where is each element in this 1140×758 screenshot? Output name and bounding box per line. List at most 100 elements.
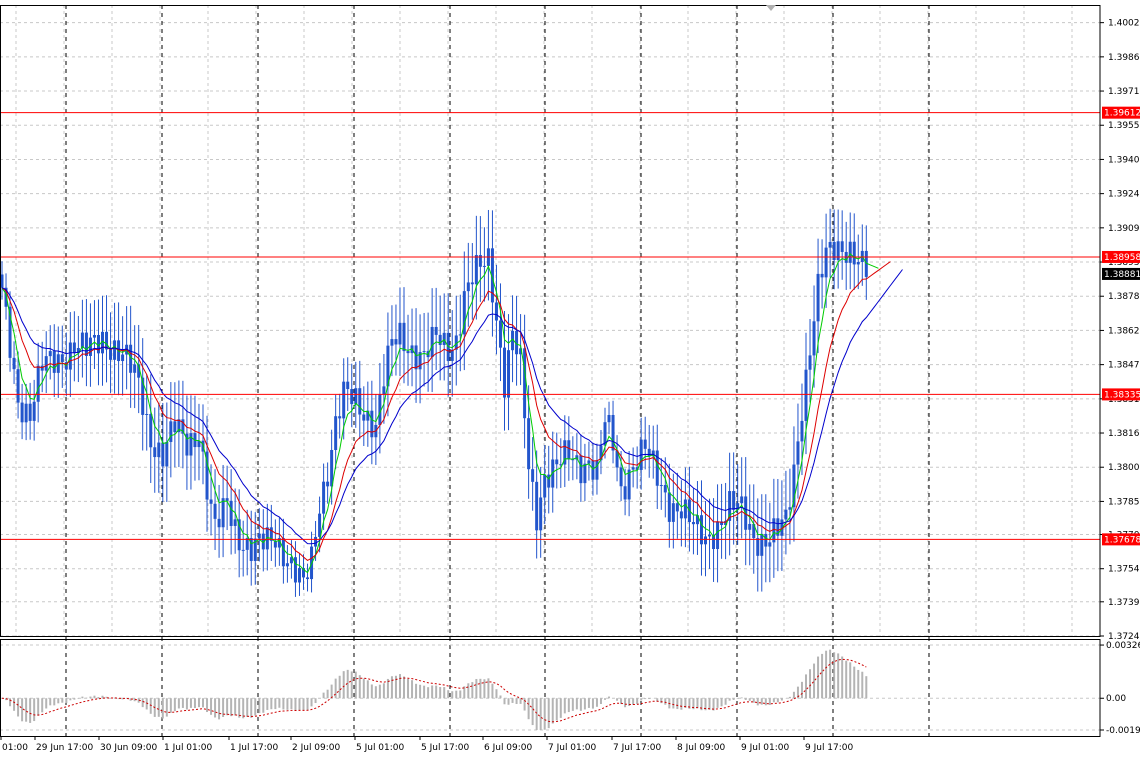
candle-body: [285, 563, 289, 567]
current-price-label: 1.38881: [1104, 270, 1140, 280]
candle-body: [816, 273, 820, 322]
y-tick-label: 1.40020: [1108, 19, 1140, 29]
candle-body: [494, 302, 498, 321]
candle-body: [531, 469, 535, 482]
candle-body: [507, 350, 511, 398]
y-axis: 1.40020 1.39865 1.39710 1.39555 1.39400 1.392…: [1100, 19, 1140, 642]
candle-body: [760, 533, 764, 556]
y-tick-label: 1.39710: [1108, 87, 1140, 97]
candle-body: [579, 455, 583, 484]
candle-body: [354, 388, 358, 405]
candles-layer: [0, 208, 868, 597]
y-tick-label: 1.37545: [1108, 565, 1140, 575]
candle-body: [466, 282, 470, 292]
x-tick-label: 1 Jul 01:00: [164, 743, 213, 753]
candle-body: [503, 347, 506, 398]
candle-body: [390, 339, 394, 346]
candle-body: [48, 351, 52, 357]
candle-body: [362, 414, 366, 421]
x-tick-label: 01:00: [2, 743, 28, 753]
candle-body: [631, 467, 635, 470]
candle-body: [699, 515, 703, 545]
sub-y-tick-label: 0.003267: [1106, 641, 1140, 651]
candle-body: [591, 460, 595, 480]
candle-body: [659, 485, 663, 487]
y-tick-label: 1.38625: [1108, 326, 1140, 336]
candle-body: [804, 369, 808, 421]
candle-body: [852, 241, 856, 265]
level-price-label: 1.39612: [1104, 109, 1140, 119]
candle-body: [414, 345, 418, 370]
candle-body: [442, 332, 446, 345]
candle-body: [756, 538, 760, 556]
sub-y-tick-label: 0.00: [1106, 694, 1126, 704]
x-tick-label: 6 Jul 09:00: [484, 743, 533, 753]
level-price-label: 1.37678: [1104, 535, 1140, 545]
candle-body: [382, 386, 386, 395]
candle-body: [149, 413, 153, 448]
candle-body: [788, 507, 792, 510]
candle-body: [683, 499, 687, 519]
candle-body: [856, 262, 860, 265]
candle-body: [555, 459, 559, 465]
candle-body: [434, 326, 438, 335]
candle-body: [92, 335, 96, 338]
y-tick-label: 1.39400: [1108, 155, 1140, 165]
candle-body: [217, 518, 221, 528]
candle-body: [370, 410, 374, 438]
candle-body: [233, 519, 237, 526]
candle-body: [84, 332, 88, 356]
candle-body: [221, 498, 225, 528]
candle-body: [691, 522, 695, 525]
candle-body: [671, 503, 675, 522]
candle-body: [145, 413, 149, 415]
y-tick-label: 1.38005: [1108, 463, 1140, 473]
candle-body: [523, 348, 527, 419]
candle-body: [358, 388, 362, 415]
forex-chart[interactable]: 1.40020 1.39865 1.39710 1.39555 1.39400 1.392…: [0, 0, 1140, 758]
x-tick-label: 29 Jun 17:00: [36, 743, 93, 753]
candle-body: [213, 503, 217, 519]
candle-body: [109, 349, 113, 360]
candle-body: [257, 533, 261, 539]
candle-body: [820, 273, 824, 278]
candle-body: [40, 365, 44, 371]
x-tick-label: 2 Jul 09:00: [292, 743, 341, 753]
y-tick-label: 1.38780: [1108, 292, 1140, 302]
x-tick-label: 7 Jul 17:00: [613, 743, 662, 753]
x-tick-label: 30 Jun 09:00: [100, 743, 157, 753]
candle-body: [679, 511, 683, 519]
candle-body: [764, 533, 768, 547]
candle-body: [394, 339, 398, 345]
candle-body: [157, 442, 161, 458]
candle-body: [808, 355, 812, 370]
candle-body: [784, 509, 788, 520]
candle-body: [20, 402, 24, 423]
candle-body: [165, 441, 169, 467]
candle-body: [474, 255, 478, 285]
candle-body: [72, 342, 76, 354]
candle-body: [16, 369, 20, 403]
main-pane-frame: [0, 5, 1101, 637]
candle-body: [36, 365, 40, 402]
candle-body: [595, 460, 599, 480]
y-tick-label: 1.39090: [1108, 224, 1140, 234]
candle-body: [153, 447, 157, 458]
candle-body: [52, 351, 56, 373]
candle-body: [824, 247, 828, 278]
candle-body: [812, 321, 816, 356]
candle-body: [768, 542, 772, 547]
level-price-label: 1.38335: [1104, 390, 1140, 400]
candle-body: [225, 498, 229, 501]
candle-body: [297, 568, 301, 583]
candle-body: [430, 326, 434, 358]
x-tick-label: 9 Jul 01:00: [741, 743, 790, 753]
candle-body: [32, 401, 36, 421]
candle-body: [422, 351, 426, 353]
candle-body: [306, 577, 310, 580]
x-tick-label: 1 Jul 17:00: [230, 743, 279, 753]
candle-body: [708, 534, 712, 537]
candle-body: [281, 538, 285, 567]
candle-body: [113, 340, 117, 360]
y-tick-label: 1.38470: [1108, 361, 1140, 371]
